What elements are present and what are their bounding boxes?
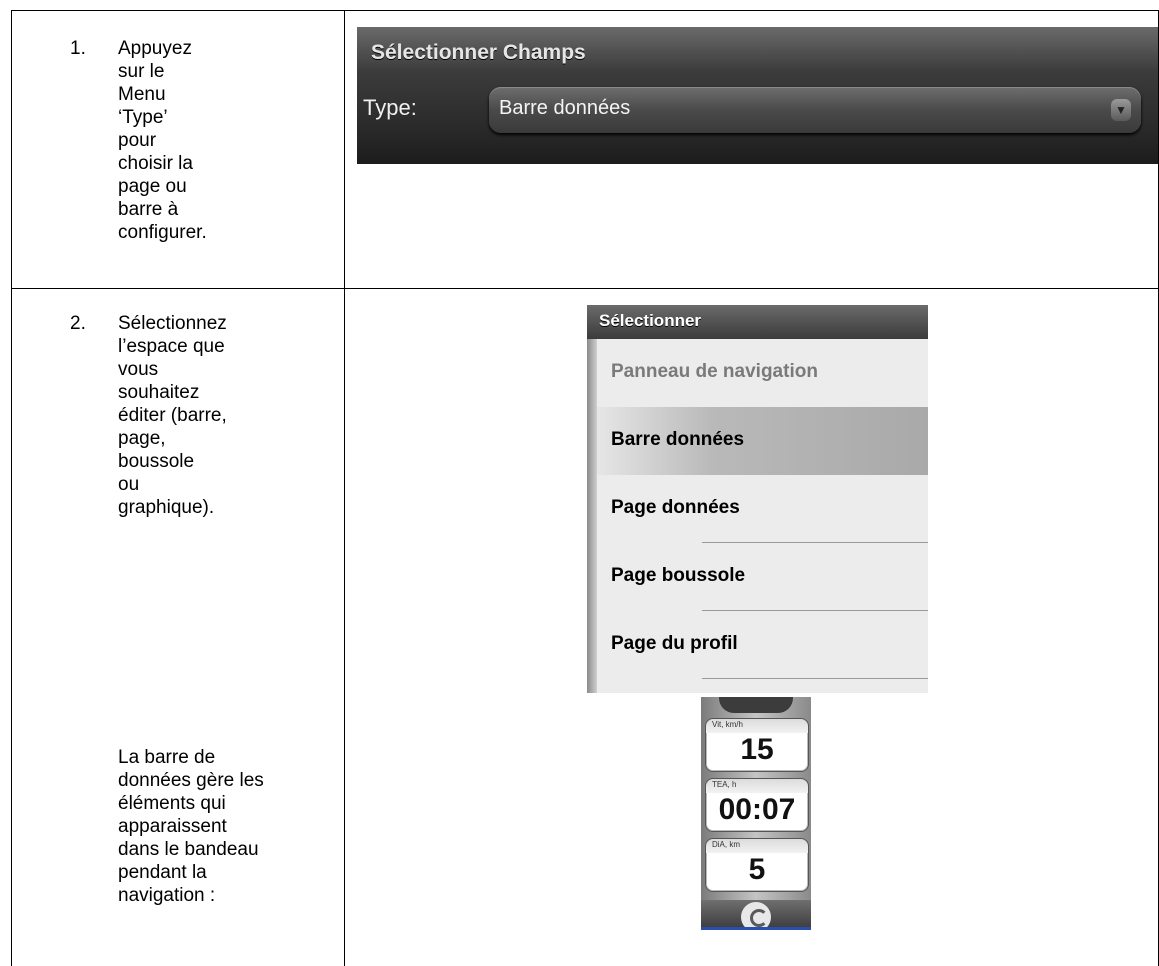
type-dropdown-value: Barre données <box>499 97 631 119</box>
type-label: Type: <box>363 95 417 120</box>
table-row-divider <box>11 288 1159 289</box>
data-bar-note: La barre de données gère les éléments qu… <box>118 747 264 906</box>
menu-item-label: Barre données <box>611 429 745 450</box>
menu-item-navigation-panel[interactable]: Panneau de navigation <box>597 339 928 407</box>
widget-top-cap <box>719 697 793 713</box>
step-number: 2. <box>70 313 86 334</box>
step-number: 1. <box>70 38 86 59</box>
menu-item-data-bar[interactable]: Barre données <box>597 407 928 475</box>
menu-header: Sélectionner <box>587 305 928 339</box>
data-field-eta[interactable]: TEA, h 00:07 <box>705 778 809 832</box>
field-value: 15 <box>740 733 774 766</box>
data-bar-widget-screenshot: Vit, km/h 15 TEA, h 00:07 DiA, km 5 <box>701 697 811 930</box>
field-label: TEA, h <box>712 780 737 789</box>
field-value: 5 <box>748 853 766 886</box>
step-text: Sélectionnez l’espace que vous souhaitez… <box>118 313 227 518</box>
type-dropdown[interactable]: Barre données ▼ <box>489 87 1141 133</box>
table-column-divider <box>344 10 345 966</box>
step-text: Appuyez sur le Menu ‘Type’ pour choisir … <box>118 38 207 243</box>
menu-left-edge <box>587 339 597 693</box>
select-type-menu-screenshot: Sélectionner Panneau de navigation Barre… <box>587 305 928 693</box>
phone-icon[interactable] <box>741 902 771 930</box>
data-field-distance[interactable]: DiA, km 5 <box>705 838 809 892</box>
menu-separator <box>702 678 928 679</box>
menu-item-data-page[interactable]: Page données <box>597 475 928 543</box>
field-value: 00:07 <box>718 793 796 826</box>
widget-bottom-accent <box>701 927 811 930</box>
table-border-top <box>11 10 1159 11</box>
table-border-left-lower <box>11 288 12 966</box>
menu-item-label: Panneau de navigation <box>611 361 818 382</box>
data-field-speed[interactable]: Vit, km/h 15 <box>705 718 809 772</box>
screen-title: Sélectionner Champs <box>371 41 586 64</box>
menu-item-label: Page données <box>611 497 740 518</box>
select-fields-screenshot: Sélectionner Champs Type: Barre données … <box>357 27 1158 164</box>
table-border-left <box>11 10 12 289</box>
menu-title: Sélectionner <box>599 311 702 330</box>
menu-item-label: Page boussole <box>611 565 746 586</box>
chevron-down-icon[interactable]: ▼ <box>1111 99 1131 121</box>
field-label: Vit, km/h <box>712 720 743 729</box>
menu-item-compass-page[interactable]: Page boussole <box>597 543 928 611</box>
field-label: DiA, km <box>712 840 740 849</box>
menu-item-profile-page[interactable]: Page du profil <box>597 611 928 679</box>
menu-item-label: Page du profil <box>611 633 738 654</box>
